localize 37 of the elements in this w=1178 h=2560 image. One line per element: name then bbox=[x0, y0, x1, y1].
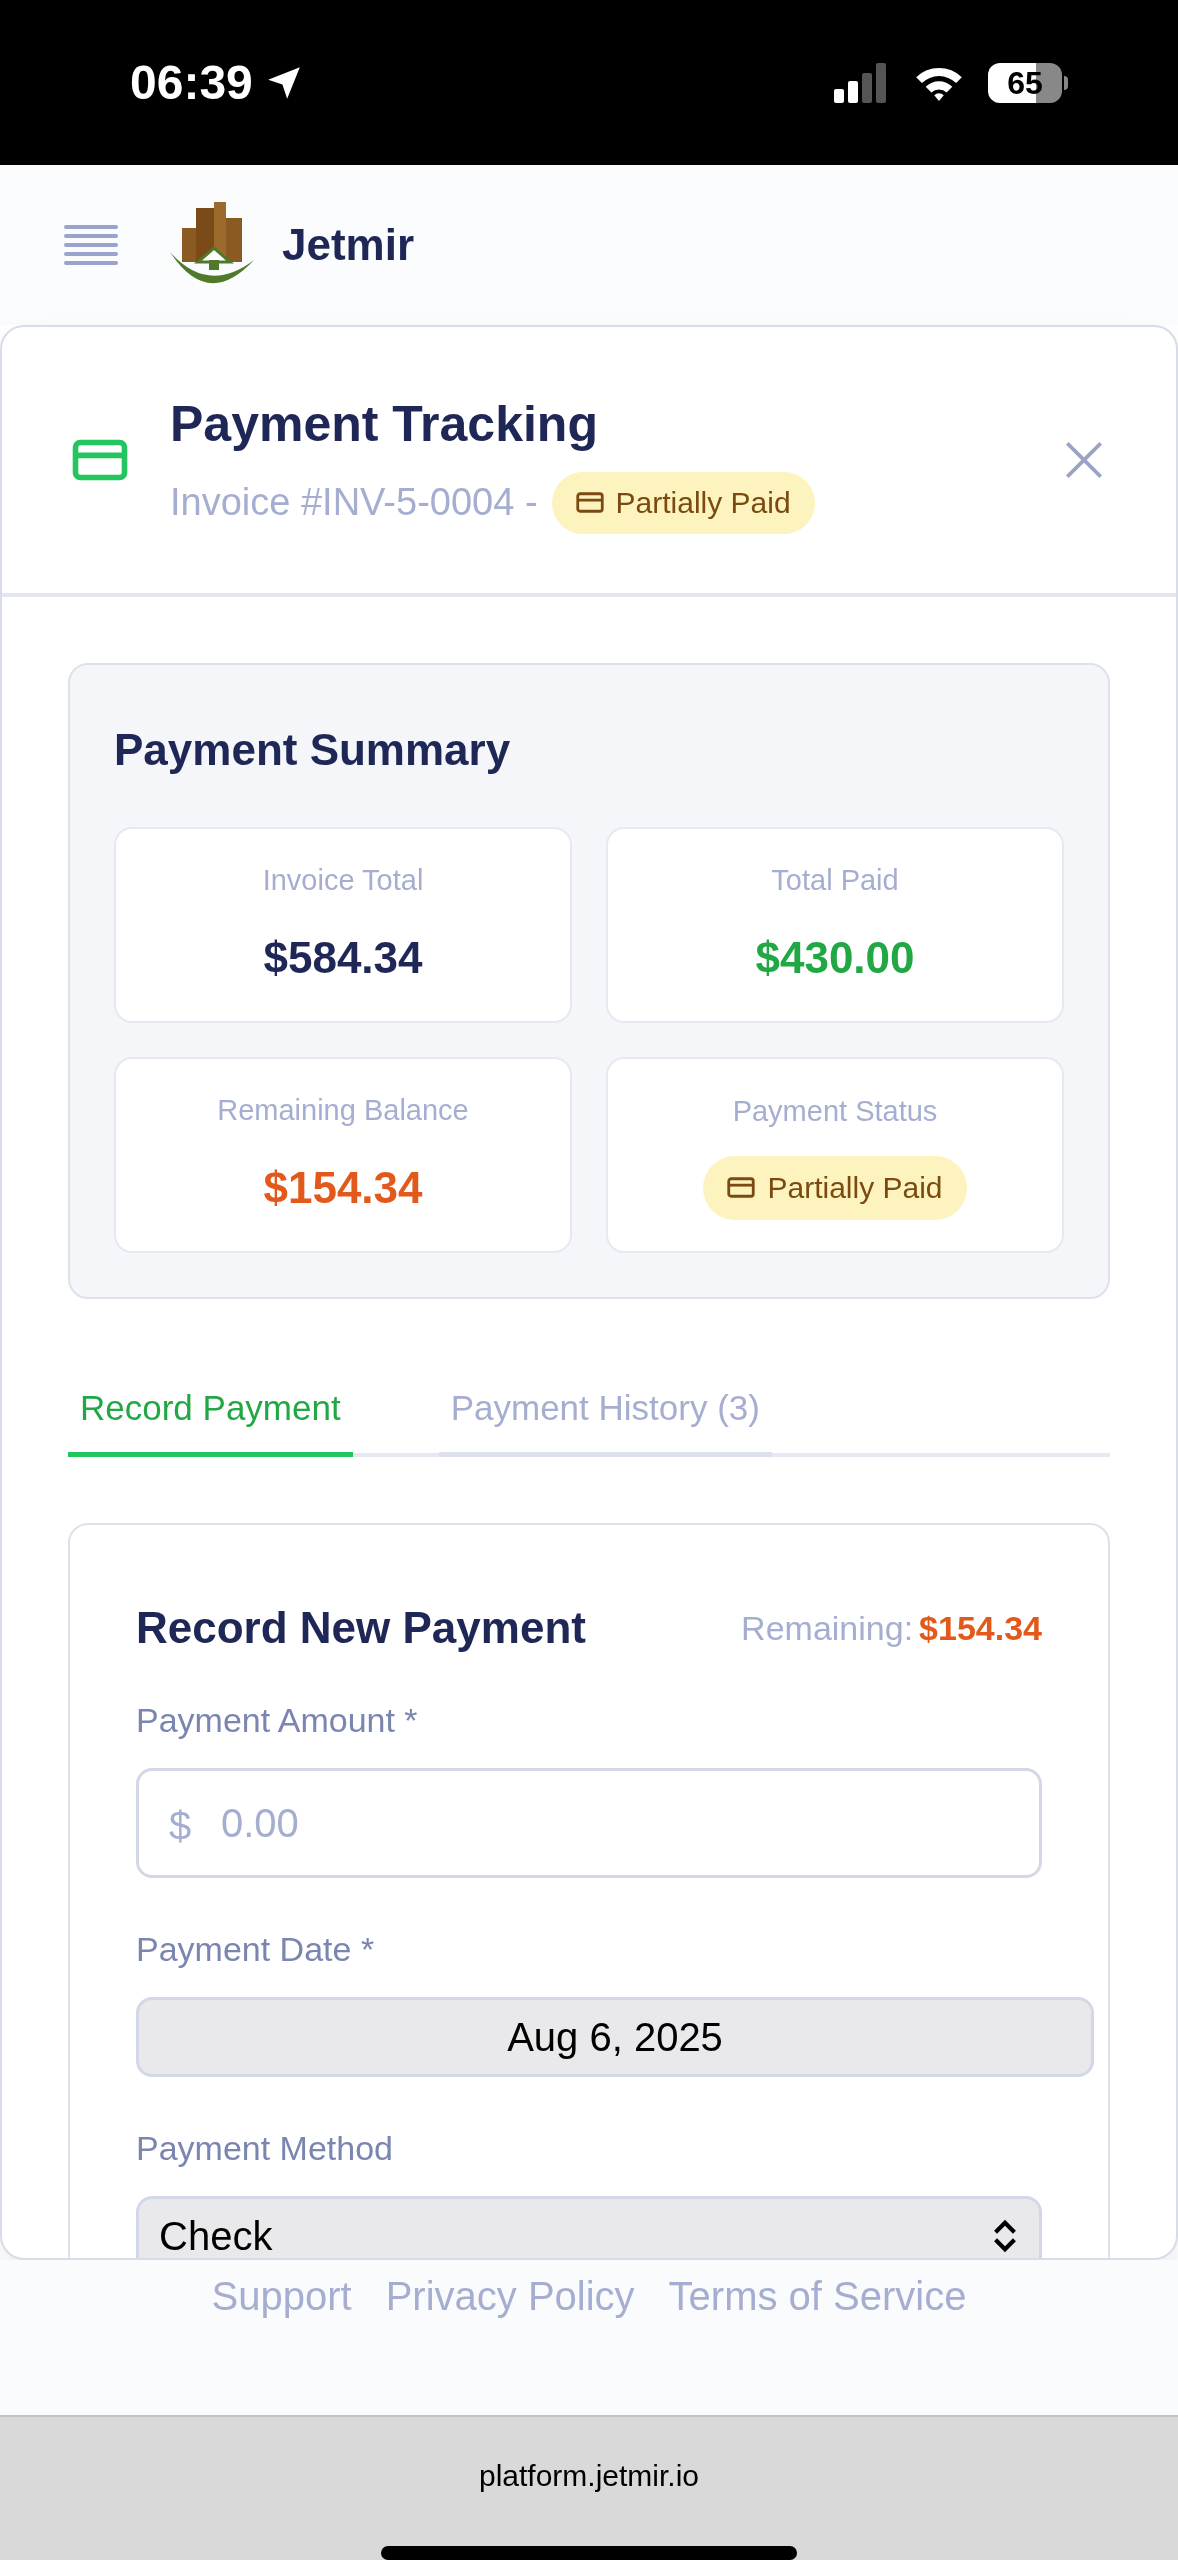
stat-label: Total Paid bbox=[771, 863, 899, 899]
field-label: Payment Date * bbox=[136, 1929, 376, 1970]
tab[interactable]: Record Payment bbox=[68, 1365, 353, 1457]
footer-link[interactable]: Terms of Service bbox=[668, 2266, 967, 2415]
remaining-label: Remaining: bbox=[741, 1607, 914, 1649]
clock-time: 06:39 bbox=[130, 54, 253, 111]
field-label: Payment Method bbox=[136, 2128, 395, 2169]
status-badge: Partially Paid bbox=[551, 471, 815, 534]
form-title: Record New Payment bbox=[136, 1602, 586, 1654]
url-text[interactable]: platform.jetmir.io bbox=[478, 2453, 700, 2498]
summary-title: Payment Summary bbox=[114, 724, 512, 776]
credit-card-icon bbox=[575, 492, 604, 513]
modal-title: Payment Tracking bbox=[170, 394, 599, 454]
invoice-number: Invoice #INV-5-0004 - bbox=[170, 480, 538, 525]
battery-level: 65 bbox=[988, 62, 1062, 103]
stat-value: $154.34 bbox=[263, 1161, 423, 1214]
field-label: Payment Amount * bbox=[136, 1700, 419, 1741]
chevron-up-down-icon bbox=[991, 2219, 1019, 2253]
stat-label: Invoice Total bbox=[262, 863, 424, 899]
date-field[interactable]: Aug 6, 2025 bbox=[136, 1997, 1094, 2077]
stat-label: Remaining Balance bbox=[217, 1093, 469, 1129]
currency-symbol: $ bbox=[169, 1803, 192, 1850]
footer-link[interactable]: Privacy Policy bbox=[385, 2266, 635, 2415]
stat-value: $430.00 bbox=[755, 931, 915, 984]
footer-link[interactable]: Support bbox=[211, 2266, 352, 2415]
battery-tip bbox=[1064, 75, 1068, 90]
stat-value: $584.34 bbox=[263, 931, 423, 984]
remaining-amount: $154.34 bbox=[919, 1607, 1042, 1649]
brand-name: Jetmir bbox=[282, 219, 415, 271]
credit-card-icon bbox=[72, 439, 128, 481]
status-badge: Partially Paid bbox=[703, 1155, 967, 1220]
credit-card-icon bbox=[727, 1177, 756, 1199]
stat-label: Payment Status bbox=[732, 1094, 938, 1130]
method-select[interactable]: Check bbox=[136, 2196, 1042, 2258]
tab[interactable]: Payment History (3) bbox=[438, 1365, 772, 1457]
close-icon[interactable] bbox=[1064, 440, 1104, 480]
menu-button[interactable] bbox=[64, 225, 118, 265]
